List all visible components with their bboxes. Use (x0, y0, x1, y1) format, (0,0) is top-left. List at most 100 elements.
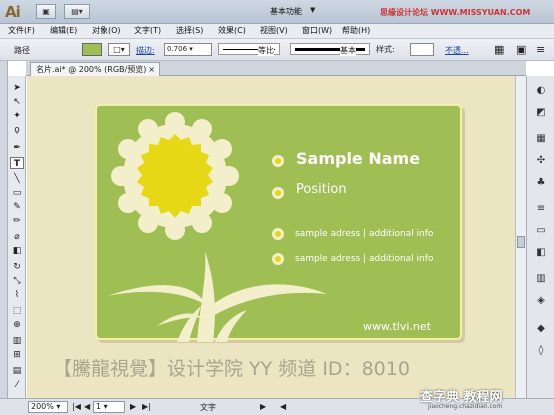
symbols-panel-icon[interactable]: ♣ (533, 176, 549, 190)
menu-bar: 文件(F) 编辑(E) 对象(O) 文字(T) 选择(S) 效果(C) 视图(V… (0, 24, 554, 39)
lasso-tool-icon[interactable]: ϙ (10, 124, 24, 136)
bridge-button[interactable]: ▣ (36, 4, 56, 19)
document-tab[interactable]: 名片.ai* @ 200% (RGB/预览) × (30, 62, 160, 76)
color-guide-icon[interactable]: ◩ (533, 106, 549, 120)
card-address-line-2[interactable]: sample adress | additional info (295, 254, 433, 264)
brushes-panel-icon[interactable]: ✣ (533, 154, 549, 168)
line-tool-icon[interactable]: ╲ (10, 173, 24, 185)
first-artboard-icon[interactable]: |◀ (72, 402, 81, 411)
artboard-number: 1 (96, 402, 102, 411)
document-tab-bar: 名片.ai* @ 200% (RGB/预览) × (26, 61, 526, 76)
direct-selection-tool-icon[interactable]: ↖ (10, 96, 24, 108)
card-address-line-1[interactable]: sample adress | additional info (295, 229, 433, 239)
card-name-text[interactable]: Sample Name (296, 149, 420, 168)
fill-swatch[interactable] (82, 43, 102, 56)
bullet-flower-icon (272, 253, 284, 265)
next-artboard-icon[interactable]: ▶ (130, 402, 136, 411)
eraser-tool-icon[interactable]: ◧ (10, 245, 24, 257)
magic-wand-tool-icon[interactable]: ✦ (10, 110, 24, 122)
graphic-style-picker[interactable] (410, 43, 434, 56)
left-dock (0, 61, 8, 401)
menu-object[interactable]: 对象(O) (92, 25, 121, 36)
previous-artboard-icon[interactable]: ◀ (84, 402, 90, 411)
artboard-canvas[interactable]: Sample Name Position sample adress | add… (27, 76, 515, 398)
site-brand-url: jiaocheng.chazidian.com (428, 403, 503, 410)
status-menu-icon[interactable]: ▶ (260, 402, 266, 411)
menu-help[interactable]: 帮助(H) (342, 25, 370, 36)
blob-brush-tool-icon[interactable]: ⌀ (10, 231, 24, 243)
selection-tool-icon[interactable]: ➤ (10, 82, 24, 94)
menu-effect[interactable]: 效果(C) (218, 25, 246, 36)
panel-menu-icon[interactable]: ≡ (536, 43, 545, 56)
stroke-weight-input[interactable]: 0.706 ▾ (164, 43, 212, 56)
status-mode-text[interactable]: 文字 (200, 402, 216, 413)
transform-icon[interactable]: ▦ (494, 43, 504, 56)
workspace-switcher[interactable]: 基本功能 (270, 6, 302, 17)
bullet-flower-icon (272, 155, 284, 167)
gradient-tool-icon[interactable]: ▤ (10, 365, 24, 377)
menu-select[interactable]: 选择(S) (176, 25, 203, 36)
zoom-select[interactable]: 200% ▾ (28, 401, 68, 413)
graphic-styles-panel-icon[interactable]: ◈ (533, 294, 549, 308)
opacity-link[interactable]: 不透... (445, 45, 469, 56)
menu-edit[interactable]: 编辑(E) (50, 25, 77, 36)
card-url-text[interactable]: www.tlvi.net (363, 320, 431, 333)
transparency-panel-icon[interactable]: ◧ (533, 246, 549, 260)
warp-tool-icon[interactable]: ⌇ (10, 289, 24, 301)
arrange-documents-button[interactable]: ▤▾ (64, 4, 90, 19)
brush-definition[interactable] (290, 43, 370, 55)
swatches-panel-icon[interactable]: ▦ (533, 132, 549, 146)
isolate-icon[interactable]: ▣ (516, 43, 526, 56)
stroke-label[interactable]: 描边: (136, 45, 155, 56)
close-icon[interactable]: × (148, 63, 155, 76)
menu-type[interactable]: 文字(T) (134, 25, 161, 36)
stroke-swatch[interactable]: □▾ (108, 43, 130, 56)
layers-panel-icon[interactable]: ◆ (533, 322, 549, 336)
scale-tool-icon[interactable]: ⤡ (10, 275, 24, 287)
artboard-number-input[interactable]: 1 ▾ (93, 401, 125, 413)
business-card[interactable]: Sample Name Position sample adress | add… (95, 104, 462, 342)
pen-tool-icon[interactable]: ✒ (10, 142, 24, 154)
app-logo: Ai (5, 3, 21, 21)
rotate-tool-icon[interactable]: ↻ (10, 261, 24, 273)
bullet-flower-icon (272, 228, 284, 240)
bullet-flower-icon (272, 187, 284, 199)
menu-file[interactable]: 文件(F) (8, 25, 35, 36)
perspective-grid-tool-icon[interactable]: ▥ (10, 335, 24, 347)
appearance-panel-icon[interactable]: ▥ (533, 272, 549, 286)
card-position-text[interactable]: Position (296, 182, 347, 197)
sunflower-illustration (107, 112, 327, 342)
chevron-down-icon[interactable]: ▼ (310, 6, 315, 14)
color-panel-icon[interactable]: ◐ (533, 84, 549, 98)
zoom-value: 200% (31, 402, 54, 411)
basic-brush-label: 基本 (340, 45, 356, 56)
scrollbar-thumb[interactable] (517, 236, 525, 248)
free-transform-tool-icon[interactable]: ⬚ (10, 305, 24, 317)
menu-window[interactable]: 窗口(W) (302, 25, 332, 36)
artboards-panel-icon[interactable]: ◊ (533, 344, 549, 358)
tools-panel: ➤ ↖ ✦ ϙ ✒ T ╲ ▭ ✎ ✏ ⌀ ◧ ↻ ⤡ ⌇ ⬚ ⊕ ▥ ⊞ ▤ … (8, 76, 26, 401)
pencil-tool-icon[interactable]: ✏ (10, 215, 24, 227)
type-tool-icon[interactable]: T (10, 157, 24, 169)
rectangle-tool-icon[interactable]: ▭ (10, 187, 24, 199)
last-artboard-icon[interactable]: ▶| (142, 402, 151, 411)
menu-view[interactable]: 视图(V) (260, 25, 288, 36)
stroke-panel-icon[interactable]: ≡ (533, 202, 549, 216)
stroke-weight-value: 0.706 (167, 45, 188, 53)
paintbrush-tool-icon[interactable]: ✎ (10, 201, 24, 213)
vertical-scrollbar[interactable] (515, 76, 526, 398)
title-bar: Ai ▣ ▤▾ 基本功能 ▼ 思缘设计论坛 WWW.MISSYUAN.COM (0, 0, 554, 24)
eyedropper-tool-icon[interactable]: ⁄ (10, 379, 24, 391)
scroll-left-icon[interactable]: ◀ (280, 402, 286, 411)
selection-mode-label: 路径 (14, 46, 30, 55)
shape-builder-tool-icon[interactable]: ⊕ (10, 319, 24, 331)
uniform-label: 等比 (258, 45, 274, 56)
site-watermark: 思缘设计论坛 WWW.MISSYUAN.COM (380, 8, 531, 17)
watermark-text: 【騰龍視覺】设计学院 YY 频道 ID：8010 (53, 358, 410, 380)
graphic-style-label: 样式: (376, 45, 395, 54)
right-panel-dock: ◐ ◩ ▦ ✣ ♣ ≡ ▭ ◧ ▥ ◈ ◆ ◊ (526, 76, 554, 401)
control-bar: 路径 □▾ 描边: 0.706 ▾ 等比 基本 样式: 不透... ▦ ▣ ≡ (0, 39, 554, 61)
mesh-tool-icon[interactable]: ⊞ (10, 349, 24, 361)
document-tab-title: 名片.ai* @ 200% (RGB/预览) (36, 65, 147, 74)
gradient-panel-icon[interactable]: ▭ (533, 224, 549, 238)
